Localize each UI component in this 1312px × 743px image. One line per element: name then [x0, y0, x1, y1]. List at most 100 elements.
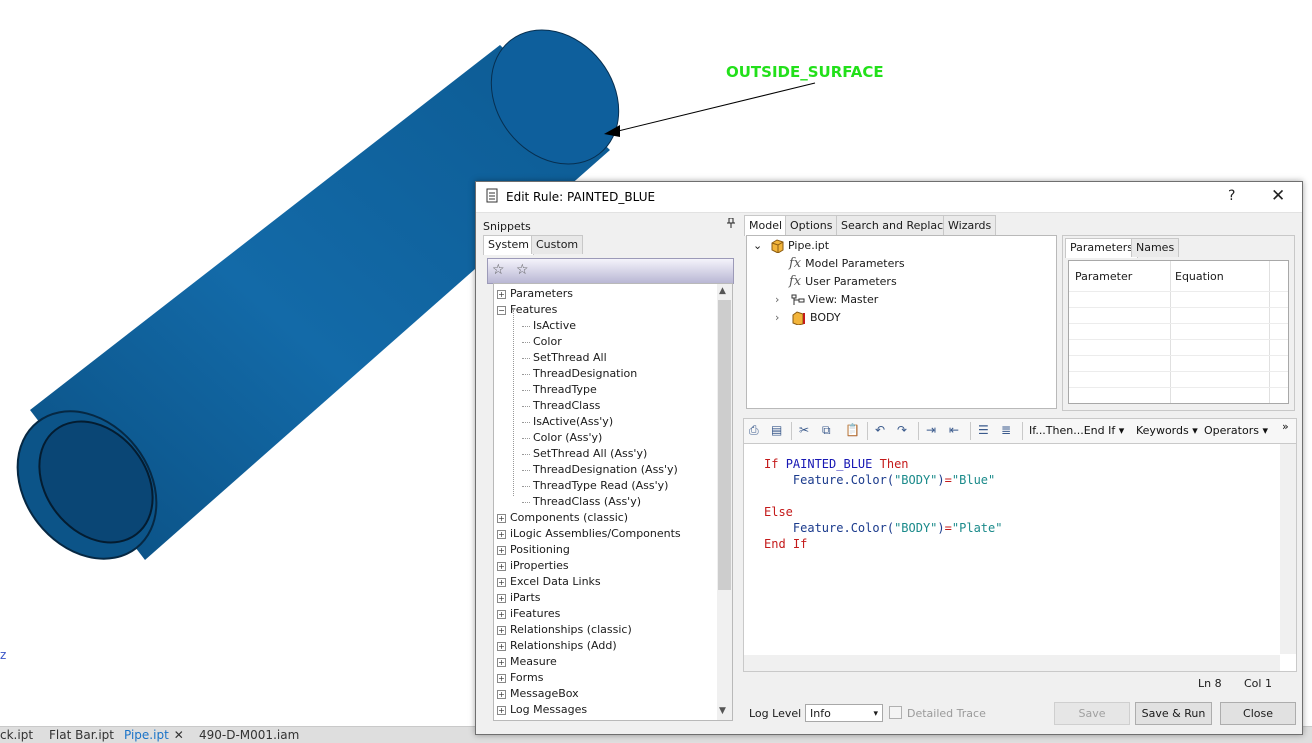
- outdent-icon[interactable]: ⇤: [949, 423, 959, 437]
- snippet-tree-item[interactable]: + MessageBox: [497, 686, 579, 702]
- snippet-tree-item[interactable]: + Forms: [497, 670, 543, 686]
- snippet-tree-item[interactable]: ThreadDesignation (Ass'y): [522, 462, 678, 478]
- expand-icon[interactable]: +: [497, 689, 506, 699]
- snippet-tree-item[interactable]: + Log Messages: [497, 702, 587, 718]
- snippet-tree-item[interactable]: IsActive: [522, 318, 576, 334]
- tree-item-user-parameters[interactable]: fx User Parameters: [789, 274, 897, 290]
- help-icon[interactable]: ?: [1228, 188, 1235, 204]
- doc-tab[interactable]: Flat Bar.ipt: [49, 728, 114, 742]
- editor-vscrollbar[interactable]: [1280, 444, 1296, 654]
- expand-icon[interactable]: +: [497, 673, 506, 683]
- code-line[interactable]: End If: [764, 536, 807, 552]
- snippet-tree-item[interactable]: SetThread All (Ass'y): [522, 446, 647, 462]
- expand-icon[interactable]: +: [497, 545, 506, 555]
- snippet-tree-item[interactable]: + iProperties: [497, 558, 569, 574]
- expand-icon[interactable]: +: [497, 529, 506, 539]
- snippets-tree[interactable]: ▲ ▼ + Parameters − Features IsActive Color Set…: [493, 283, 733, 721]
- print-icon[interactable]: ⎙: [749, 423, 759, 438]
- snippet-tree-item[interactable]: SetThread All: [522, 350, 607, 366]
- keywords-menu[interactable]: Keywords ▾: [1136, 424, 1198, 437]
- comment-icon[interactable]: ☰: [978, 423, 989, 437]
- star-edit-icon[interactable]: ☆: [516, 262, 529, 278]
- tab-options[interactable]: Options: [785, 215, 838, 235]
- star-filter-icon[interactable]: ☆: [492, 262, 505, 278]
- undo-icon[interactable]: ↶: [875, 423, 885, 437]
- snippet-tree-item[interactable]: Color (Ass'y): [522, 430, 602, 446]
- expand-icon[interactable]: +: [497, 657, 506, 667]
- tab-search-replace[interactable]: Search and Replace: [836, 215, 955, 235]
- chevron-up-icon[interactable]: ▲: [719, 286, 726, 296]
- tab-parameters[interactable]: Parameters: [1065, 238, 1138, 258]
- collapse-icon[interactable]: −: [497, 305, 506, 315]
- tree-item-model-parameters[interactable]: fx Model Parameters: [789, 256, 905, 272]
- detailed-trace-checkbox[interactable]: [889, 706, 902, 719]
- operators-menu[interactable]: Operators ▾: [1204, 424, 1268, 437]
- tree-item-body[interactable]: › BODY: [775, 310, 841, 326]
- snippet-tree-item[interactable]: + Excel Data Links: [497, 574, 601, 590]
- expand-icon[interactable]: +: [497, 609, 506, 619]
- if-then-menu[interactable]: If...Then...End If ▾: [1029, 424, 1124, 437]
- expand-icon[interactable]: +: [497, 705, 506, 715]
- snippet-tree-item[interactable]: + iLogic Assemblies/Components: [497, 526, 681, 542]
- indent-icon[interactable]: ⇥: [926, 423, 936, 437]
- code-line[interactable]: Else: [764, 504, 793, 520]
- snippet-tree-item[interactable]: + Positioning: [497, 542, 570, 558]
- tree-item-root[interactable]: ⌄ Pipe.ipt: [753, 238, 829, 254]
- tree-scrollbar[interactable]: ▲ ▼: [717, 284, 732, 720]
- overflow-icon[interactable]: »: [1282, 420, 1289, 433]
- save-and-run-button[interactable]: Save & Run: [1135, 702, 1212, 725]
- cut-icon[interactable]: ✂: [799, 423, 809, 437]
- close-icon[interactable]: ✕: [1271, 186, 1285, 206]
- snippet-tree-item[interactable]: + iFeatures: [497, 606, 560, 622]
- uncomment-icon[interactable]: ≣: [1001, 423, 1011, 437]
- code-line[interactable]: If PAINTED_BLUE Then: [764, 456, 909, 472]
- save-button[interactable]: Save: [1054, 702, 1130, 725]
- expand-icon[interactable]: +: [497, 577, 506, 587]
- paste-icon[interactable]: 📋: [845, 423, 860, 437]
- doc-tab[interactable]: ck.ipt: [0, 728, 33, 742]
- doc-tab-active[interactable]: Pipe.ipt ✕: [124, 728, 184, 742]
- preview-icon[interactable]: ▤: [771, 423, 782, 437]
- expand-icon[interactable]: +: [497, 561, 506, 571]
- model-tree[interactable]: ⌄ Pipe.ipt fx Model Parameters fx User Par…: [746, 235, 1057, 409]
- copy-icon[interactable]: ⧉: [822, 423, 831, 438]
- snippet-tree-item[interactable]: + Relationships (classic): [497, 622, 632, 638]
- snippet-tree-item[interactable]: ThreadType Read (Ass'y): [522, 478, 668, 494]
- code-editor[interactable]: If PAINTED_BLUE Then Feature.Color("BODY…: [743, 443, 1297, 672]
- snippet-tree-item[interactable]: + Measure: [497, 654, 557, 670]
- expand-icon[interactable]: +: [497, 593, 506, 603]
- expand-icon[interactable]: +: [497, 641, 506, 651]
- snippet-tree-item[interactable]: + Relationships (Add): [497, 638, 617, 654]
- pin-icon[interactable]: [727, 218, 735, 228]
- snippet-tree-item[interactable]: ThreadDesignation: [522, 366, 637, 382]
- chevron-right-icon[interactable]: ›: [775, 292, 787, 308]
- snippet-tree-item[interactable]: ThreadType: [522, 382, 597, 398]
- editor-hscrollbar[interactable]: [744, 655, 1280, 671]
- chevron-right-icon[interactable]: ›: [775, 310, 787, 326]
- doc-tab[interactable]: 490-D-M001.iam: [199, 728, 299, 742]
- snippet-tree-item[interactable]: ThreadClass (Ass'y): [522, 494, 641, 510]
- chevron-down-icon[interactable]: ⌄: [753, 238, 765, 254]
- redo-icon[interactable]: ↷: [897, 423, 907, 437]
- snippet-tree-item[interactable]: + iParts: [497, 590, 541, 606]
- snippet-tree-item[interactable]: ThreadClass: [522, 398, 600, 414]
- expand-icon[interactable]: +: [497, 513, 506, 523]
- tab-system[interactable]: System: [483, 235, 535, 255]
- chevron-down-icon[interactable]: ▼: [719, 706, 726, 716]
- close-button[interactable]: Close: [1220, 702, 1296, 725]
- scrollbar-thumb[interactable]: [718, 300, 731, 590]
- tree-item-view-master[interactable]: › View: Master: [775, 292, 878, 308]
- expand-icon[interactable]: +: [497, 289, 506, 299]
- snippet-tree-item[interactable]: Color: [522, 334, 562, 350]
- code-line[interactable]: Feature.Color("BODY")="Blue": [764, 472, 995, 488]
- parameters-grid[interactable]: Parameter Equation: [1068, 260, 1289, 404]
- tab-names[interactable]: Names: [1131, 238, 1180, 257]
- snippet-tree-item[interactable]: − Features: [497, 302, 557, 318]
- code-line[interactable]: Feature.Color("BODY")="Plate": [764, 520, 1003, 536]
- expand-icon[interactable]: +: [497, 625, 506, 635]
- tab-wizards[interactable]: Wizards: [943, 215, 997, 235]
- close-icon[interactable]: ✕: [174, 728, 184, 742]
- dialog-titlebar[interactable]: Edit Rule: PAINTED_BLUE ? ✕: [476, 182, 1302, 213]
- snippet-tree-item[interactable]: IsActive(Ass'y): [522, 414, 613, 430]
- tab-custom[interactable]: Custom: [531, 235, 584, 254]
